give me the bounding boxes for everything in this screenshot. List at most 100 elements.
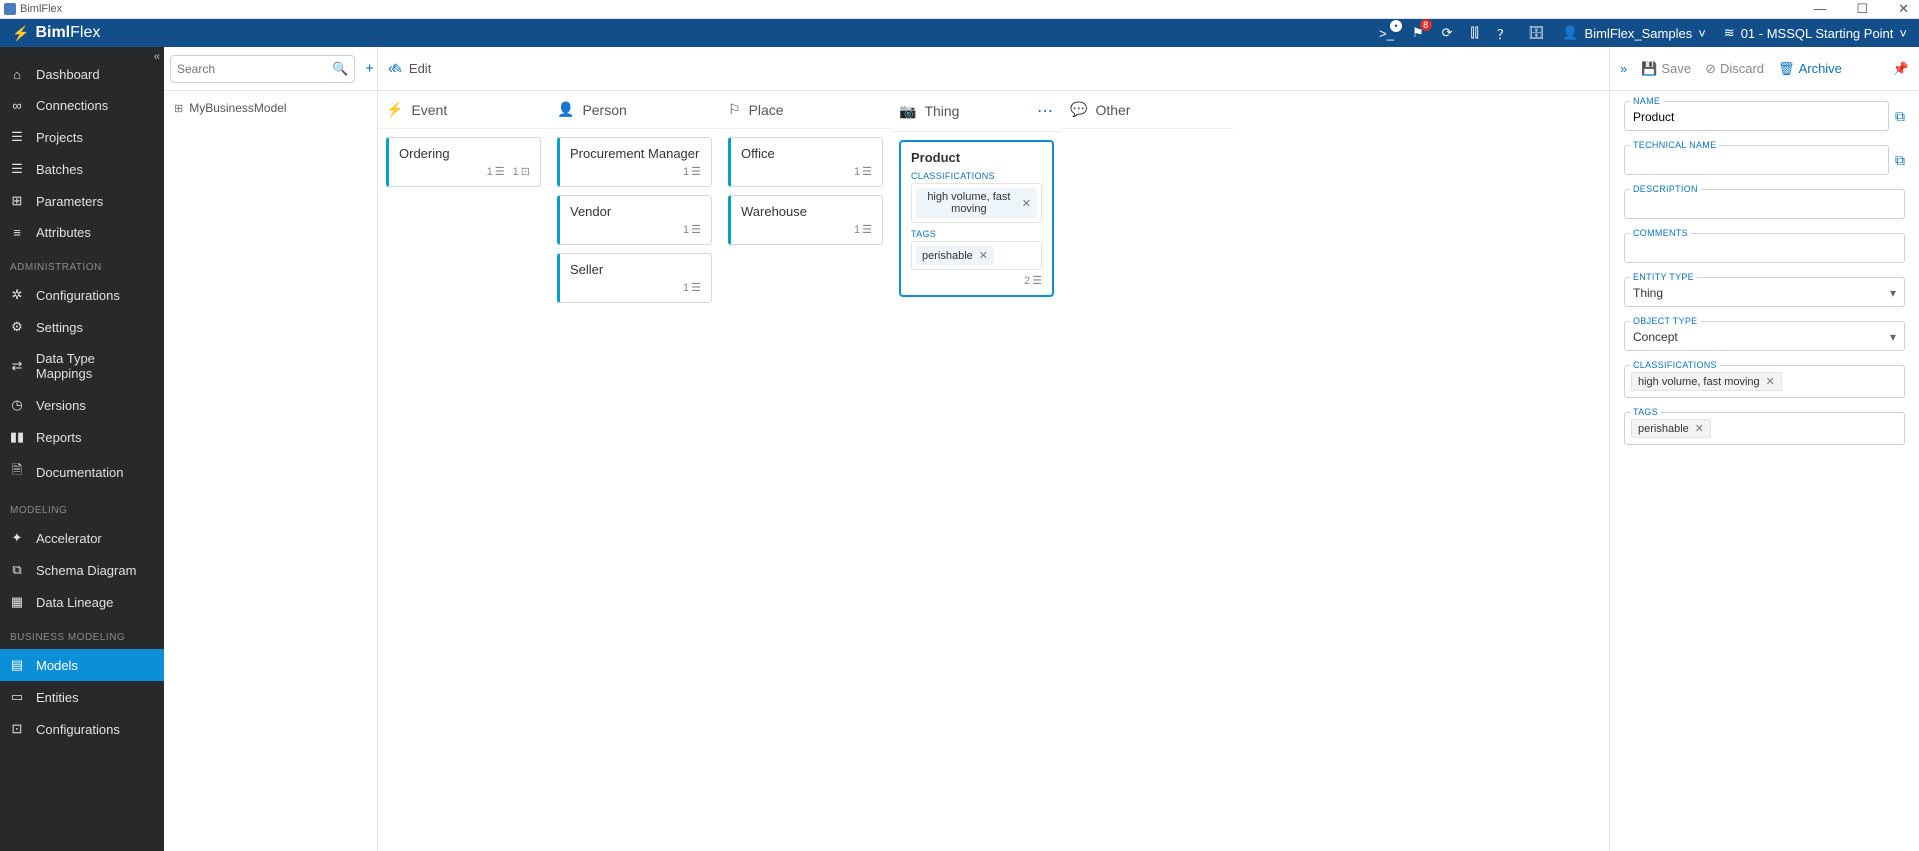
layers-icon: ≋ xyxy=(1724,25,1735,41)
card-ordering[interactable]: Ordering 1 ☰ 1 ⊡ xyxy=(386,137,541,187)
spark-icon: ✦ xyxy=(10,530,24,546)
list-icon: ☰ xyxy=(691,165,701,178)
classification-chip[interactable]: high volume, fast moving ✕ xyxy=(916,188,1037,218)
database-icon[interactable]: 🗄 xyxy=(1528,25,1545,41)
brand-icon: ⚡ xyxy=(12,25,29,42)
sidebar-item-accelerator[interactable]: ✦ Accelerator xyxy=(0,522,164,554)
maximize-button[interactable]: ☐ xyxy=(1850,1,1874,17)
sidebar-item-biz-configurations[interactable]: ⊡Configurations xyxy=(0,713,164,745)
customer-dropdown[interactable]: 👤 BimlFlex_Samples ˅ xyxy=(1562,25,1705,41)
column-event: ⚡Event Ordering 1 ☰ 1 ⊡ xyxy=(378,91,549,851)
edit-icon: ✎ xyxy=(392,61,403,77)
pin-button[interactable]: 📌 xyxy=(1893,61,1909,77)
classification-chip[interactable]: high volume, fast moving✕ xyxy=(1631,372,1782,391)
archive-button[interactable]: 🗑Archive xyxy=(1778,61,1842,77)
sidebar-item-configurations[interactable]: ✲ Configurations xyxy=(0,279,164,311)
swap-icon: ⇄ xyxy=(10,358,24,374)
entity-icon: ▭ xyxy=(10,689,24,705)
sidebar: « ⌂Dashboard ∞Connections ☰Projects ☰ Bat… xyxy=(0,47,164,851)
discard-button[interactable]: ⊘Discard xyxy=(1705,61,1764,77)
sidebar-item-versions[interactable]: ◷Versions xyxy=(0,389,164,421)
minimize-button[interactable]: — xyxy=(1807,1,1832,17)
card-vendor[interactable]: Vendor 1 ☰ xyxy=(557,195,712,245)
tag-chip[interactable]: perishable ✕ xyxy=(916,246,994,265)
schema-icon: ⧉ xyxy=(10,562,24,578)
card-title: Vendor xyxy=(570,204,701,219)
version-dropdown[interactable]: ≋ 01 - MSSQL Starting Point ˅ xyxy=(1724,25,1907,41)
sidebar-item-parameters[interactable]: ⊞Parameters xyxy=(0,185,164,217)
card-product[interactable]: Product CLASSIFICATIONS high volume, fas… xyxy=(899,140,1054,297)
sidebar-item-label: Schema Diagram xyxy=(36,563,136,578)
card-seller[interactable]: Seller 1 ☰ xyxy=(557,253,712,303)
sidebar-item-connections[interactable]: ∞Connections xyxy=(0,90,164,121)
sidebar-item-entities[interactable]: ▭Entities xyxy=(0,681,164,713)
list-icon: ☰ xyxy=(10,161,24,177)
help-icon[interactable]: ？ xyxy=(1497,24,1510,43)
cog-icon: ⚙ xyxy=(10,319,24,335)
expand-button[interactable]: » xyxy=(1620,61,1627,76)
book-icon: 🗎 xyxy=(10,461,24,483)
sidebar-item-attributes[interactable]: ≡Attributes xyxy=(0,217,164,248)
flag-icon[interactable]: ⚑8 xyxy=(1412,25,1424,41)
save-icon: 💾 xyxy=(1641,61,1657,77)
add-button[interactable]: + xyxy=(361,60,378,77)
chat-icon: 💬 xyxy=(1070,101,1087,118)
sidebar-item-label: Configurations xyxy=(36,288,120,303)
sidebar-item-reports[interactable]: ▮▮Reports xyxy=(0,421,164,453)
search-input[interactable] xyxy=(177,62,332,76)
column-menu-button[interactable]: ⋯ xyxy=(1037,101,1054,121)
sidebar-item-models[interactable]: ▤Models xyxy=(0,649,164,681)
card-title: Office xyxy=(741,146,872,161)
app-icon xyxy=(4,3,16,15)
search-icon[interactable]: 🔍 xyxy=(332,61,348,77)
remove-chip-icon[interactable]: ✕ xyxy=(1766,375,1775,388)
sidebar-item-documentation[interactable]: 🗎Documentation xyxy=(0,453,164,491)
gear-icon: ✲ xyxy=(10,287,24,303)
card-title: Product xyxy=(911,150,1042,165)
sidebar-item-settings[interactable]: ⚙ Settings xyxy=(0,311,164,343)
tag-icon: ◷ xyxy=(10,397,24,413)
edit-label[interactable]: Edit xyxy=(409,61,431,76)
sidebar-item-label: Models xyxy=(36,658,78,673)
bolt-icon: ⚡ xyxy=(386,101,403,118)
list-icon: ☰ xyxy=(495,165,505,178)
lines-icon: ≡ xyxy=(10,225,24,240)
list-icon: ☰ xyxy=(862,165,872,178)
column-title: Place xyxy=(749,102,784,118)
reports-icon[interactable]: ⫿⫿ xyxy=(1471,25,1479,41)
remove-chip-icon[interactable]: ✕ xyxy=(979,249,988,262)
search-input-wrap[interactable]: 🔍 xyxy=(170,55,355,83)
sidebar-item-datalineage[interactable]: ▦Data Lineage xyxy=(0,586,164,618)
tree-root-label: MyBusinessModel xyxy=(189,101,286,115)
card-warehouse[interactable]: Warehouse 1 ☰ xyxy=(728,195,883,245)
terminal-icon[interactable]: >_• xyxy=(1379,26,1394,41)
sidebar-item-schemadiagram[interactable]: ⧉ Schema Diagram xyxy=(0,554,164,586)
tags-input[interactable]: perishable✕ xyxy=(1624,412,1905,445)
save-button[interactable]: 💾Save xyxy=(1641,61,1691,77)
technical-name-action-icon[interactable]: ⧉ xyxy=(1895,152,1905,169)
refresh-icon[interactable]: ⟳ xyxy=(1442,25,1453,41)
card-office[interactable]: Office 1 ☰ xyxy=(728,137,883,187)
sidebar-item-projects[interactable]: ☰Projects xyxy=(0,121,164,153)
user-icon: 👤 xyxy=(1562,25,1578,41)
sidebar-item-label: Accelerator xyxy=(36,531,102,546)
close-button[interactable]: ✕ xyxy=(1892,1,1915,17)
tag-chip[interactable]: perishable✕ xyxy=(1631,419,1711,438)
card-procurement-manager[interactable]: Procurement Manager 1 ☰ xyxy=(557,137,712,187)
remove-chip-icon[interactable]: ✕ xyxy=(1022,197,1031,210)
remove-chip-icon[interactable]: ✕ xyxy=(1695,422,1704,435)
tree-root[interactable]: ⊞ MyBusinessModel xyxy=(174,101,367,115)
sidebar-item-label: Settings xyxy=(36,320,83,335)
column-title: Person xyxy=(582,102,626,118)
sidebar-item-datatypemappings[interactable]: ⇄ Data Type Mappings xyxy=(0,343,164,389)
sidebar-item-batches[interactable]: ☰ Batches xyxy=(0,153,164,185)
sidebar-item-label: Data Type Mappings xyxy=(36,351,154,381)
section-administration: ADMINISTRATION xyxy=(0,248,164,279)
sidebar-item-dashboard[interactable]: ⌂Dashboard xyxy=(0,59,164,90)
sidebar-collapse-button[interactable]: « xyxy=(154,51,160,63)
sidebar-item-label: Batches xyxy=(36,162,83,177)
bar-icon: ▮▮ xyxy=(10,429,24,445)
name-action-icon[interactable]: ⧉ xyxy=(1895,108,1905,125)
column-thing: 📷Thing⋯ Product CLASSIFICATIONS high vol… xyxy=(891,91,1062,851)
name-input[interactable] xyxy=(1624,101,1889,131)
